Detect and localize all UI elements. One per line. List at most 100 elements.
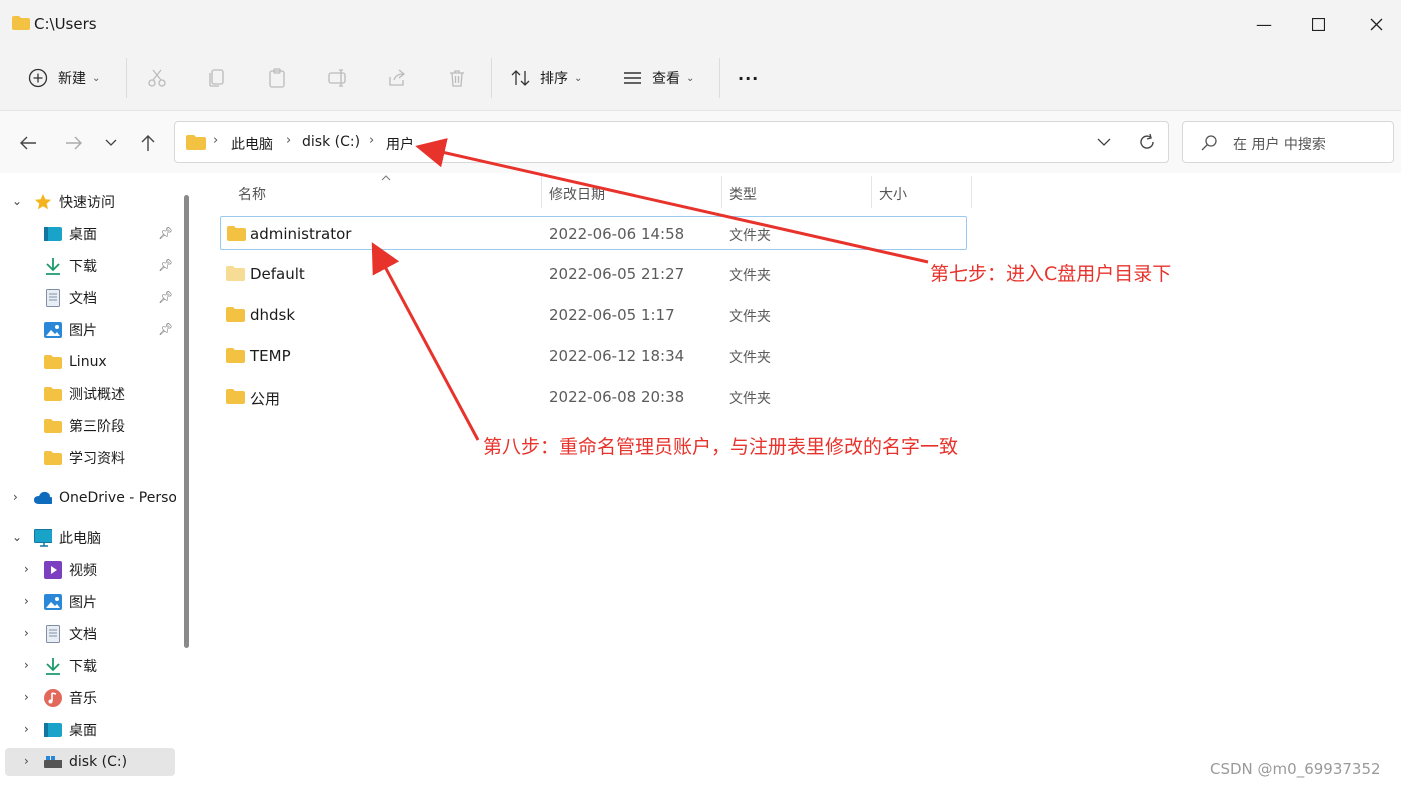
delete-button[interactable] xyxy=(447,62,467,94)
sidebar-item-disk-c[interactable]: disk (C:) xyxy=(44,746,127,778)
breadcrumb-users[interactable]: 用户 xyxy=(386,134,414,154)
folder-icon xyxy=(226,389,245,404)
folder-icon xyxy=(44,353,62,371)
sidebar-item-videos[interactable]: 视频 xyxy=(44,554,97,586)
search-input[interactable]: 在 用户 中搜索 xyxy=(1182,121,1394,163)
file-row[interactable]: TEMP 2022-06-12 18:34 文件夹 xyxy=(220,339,967,373)
chevron-right-icon[interactable]: › xyxy=(24,626,29,640)
breadcrumb-this-pc[interactable]: 此电脑 xyxy=(231,134,273,154)
sidebar-label: 学习资料 xyxy=(69,451,125,467)
recent-locations-button[interactable] xyxy=(99,131,123,155)
chevron-down-icon: ⌄ xyxy=(686,72,695,84)
chevron-right-icon[interactable]: › xyxy=(24,722,29,736)
chevron-right-icon: › xyxy=(369,133,375,148)
annotation-step-eight: 第八步：重命名管理员账户，与注册表里修改的名字一致 xyxy=(483,436,959,458)
star-icon xyxy=(34,193,52,211)
column-divider[interactable] xyxy=(971,176,972,208)
up-button[interactable] xyxy=(136,131,160,155)
column-divider[interactable] xyxy=(721,176,722,208)
file-row[interactable]: Default 2022-06-05 21:27 文件夹 xyxy=(220,257,967,291)
sidebar-item-music[interactable]: 音乐 xyxy=(44,682,97,714)
file-modified: 2022-06-06 14:58 xyxy=(549,225,685,243)
paste-button[interactable] xyxy=(267,62,287,94)
column-header-name[interactable]: 名称 xyxy=(238,184,266,204)
sidebar-label: 下载 xyxy=(69,259,97,275)
pin-icon[interactable]: 📌︎ xyxy=(158,258,173,272)
more-options-button[interactable]: ··· xyxy=(738,62,759,94)
sidebar-item-stage-three[interactable]: 第三阶段 xyxy=(44,410,125,442)
sidebar-item-test-overview[interactable]: 测试概述 xyxy=(44,378,125,410)
file-modified: 2022-06-12 18:34 xyxy=(549,347,685,365)
copy-button[interactable] xyxy=(207,62,227,94)
sidebar-label: disk (C:) xyxy=(69,754,128,770)
new-button[interactable]: 新建 ⌄ xyxy=(28,62,100,94)
chevron-right-icon[interactable]: › xyxy=(24,658,29,672)
rename-button[interactable] xyxy=(327,62,349,94)
share-icon xyxy=(389,69,406,86)
divider xyxy=(719,58,720,98)
breadcrumb-disk-c[interactable]: disk (C:) xyxy=(302,134,360,150)
sidebar-item-this-pc[interactable]: 此电脑 xyxy=(34,522,101,554)
sidebar-quick-access[interactable]: 快速访问 xyxy=(34,186,115,218)
close-button[interactable] xyxy=(1356,10,1396,38)
sidebar-item-documents[interactable]: 文档 xyxy=(44,282,97,314)
pin-icon[interactable]: 📌︎ xyxy=(158,322,173,336)
minimize-button[interactable]: — xyxy=(1244,10,1284,38)
view-button[interactable]: 查看 ⌄ xyxy=(622,62,694,94)
file-row[interactable]: administrator 2022-06-06 14:58 文件夹 xyxy=(220,216,967,250)
maximize-button[interactable] xyxy=(1298,10,1338,38)
sort-button[interactable]: 排序 ⌄ xyxy=(510,62,582,94)
chevron-down-icon: ⌄ xyxy=(574,72,583,84)
chevron-down-icon[interactable] xyxy=(1097,138,1111,147)
view-icon xyxy=(624,72,641,84)
share-button[interactable] xyxy=(387,62,407,94)
file-row[interactable]: 公用 2022-06-08 20:38 文件夹 xyxy=(220,380,967,414)
divider xyxy=(491,58,492,98)
download-icon xyxy=(44,657,62,675)
sidebar-item-pictures-pc[interactable]: 图片 xyxy=(44,586,97,618)
sidebar-item-downloads-pc[interactable]: 下载 xyxy=(44,650,97,682)
sidebar-item-desktop-pc[interactable]: 桌面 xyxy=(44,714,97,746)
chevron-down-icon[interactable]: ⌄ xyxy=(12,530,22,544)
sidebar-item-pictures[interactable]: 图片 xyxy=(44,314,97,346)
folder-icon xyxy=(226,307,245,322)
rename-icon xyxy=(328,69,346,87)
sidebar-item-downloads[interactable]: 下载 xyxy=(44,250,97,282)
file-row[interactable]: dhdsk 2022-06-05 1:17 文件夹 xyxy=(220,298,967,332)
sidebar-item-linux[interactable]: Linux xyxy=(44,346,107,378)
folder-icon xyxy=(44,449,62,467)
view-label: 查看 xyxy=(652,71,680,87)
chevron-right-icon[interactable]: › xyxy=(24,594,29,608)
file-modified: 2022-06-05 21:27 xyxy=(549,265,685,283)
column-divider[interactable] xyxy=(871,176,872,208)
chevron-right-icon[interactable]: › xyxy=(13,490,18,504)
sidebar-item-documents-pc[interactable]: 文档 xyxy=(44,618,97,650)
document-icon xyxy=(44,625,62,643)
folder-icon xyxy=(12,16,30,30)
pin-icon[interactable]: 📌︎ xyxy=(158,226,173,240)
pin-icon[interactable]: 📌︎ xyxy=(158,290,173,304)
sidebar-item-study-materials[interactable]: 学习资料 xyxy=(44,442,125,474)
refresh-icon[interactable] xyxy=(1138,133,1156,151)
column-header-size[interactable]: 大小 xyxy=(879,184,907,204)
column-divider[interactable] xyxy=(541,176,542,208)
chevron-right-icon[interactable]: › xyxy=(24,754,29,768)
file-explorer-window: C:\Users — 新建 ⌄ 排序 ⌄ 查看 ⌄ ··· › 此电脑 › di… xyxy=(0,0,1401,787)
forward-button[interactable] xyxy=(62,131,86,155)
chevron-right-icon[interactable]: › xyxy=(24,690,29,704)
cut-button[interactable] xyxy=(147,62,167,94)
sort-icon xyxy=(511,70,530,86)
back-button[interactable] xyxy=(16,131,40,155)
sidebar-item-onedrive[interactable]: OneDrive - Perso xyxy=(34,482,176,514)
column-header-type[interactable]: 类型 xyxy=(729,184,757,204)
folder-icon xyxy=(44,417,62,435)
column-header-modified[interactable]: 修改日期 xyxy=(549,184,605,204)
sidebar-label: 测试概述 xyxy=(69,387,125,403)
chevron-down-icon[interactable]: ⌄ xyxy=(12,194,22,208)
navigation-scrollbar[interactable] xyxy=(184,195,189,648)
chevron-right-icon[interactable]: › xyxy=(24,562,29,576)
address-bar[interactable]: › 此电脑 › disk (C:) › 用户 xyxy=(174,121,1169,163)
file-name: administrator xyxy=(250,225,352,243)
sidebar-item-desktop[interactable]: 桌面 xyxy=(44,218,97,250)
picture-icon xyxy=(44,321,62,339)
